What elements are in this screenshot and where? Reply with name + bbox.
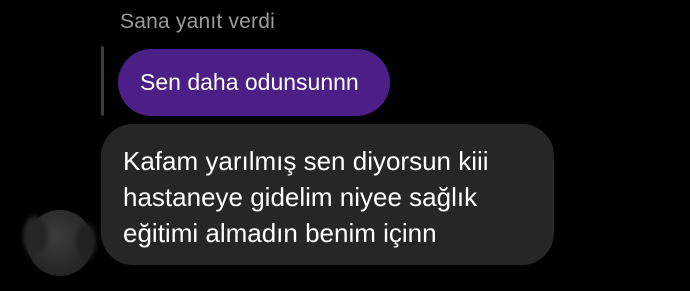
message-bubble[interactable]: Kafam yarılmış sen diyorsun kiii hastane… (101, 124, 554, 265)
chat-thread: Sana yanıt verdi Sen daha odunsunnn Kafa… (0, 0, 690, 291)
reply-header: Sana yanıt verdi (120, 10, 275, 33)
quoted-message-text: Sen daha odunsunnn (140, 69, 359, 95)
message-text: Kafam yarılmış sen diyorsun kiii hastane… (123, 143, 532, 251)
message-line-1: Kafam yarılmış sen diyorsun kiii (123, 146, 489, 176)
message-line-2: hastaneye gidelim niyee sağlık (123, 182, 478, 212)
sender-avatar[interactable] (27, 210, 93, 276)
message-line-3: eğitimi almadın benim içinn (123, 218, 437, 248)
reply-indicator-bar (101, 46, 104, 116)
quoted-message-bubble[interactable]: Sen daha odunsunnn (118, 49, 390, 116)
